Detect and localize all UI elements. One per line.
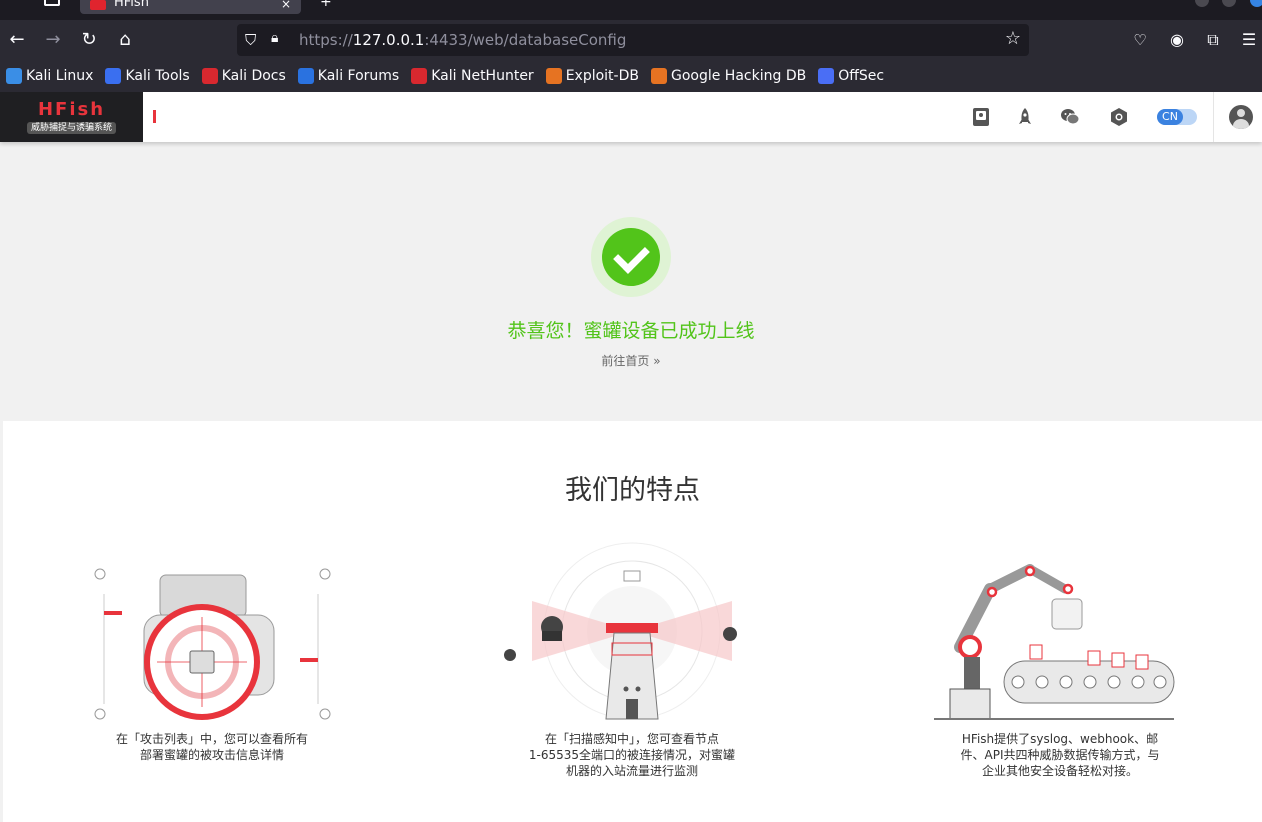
bookmark-item[interactable]: OffSec [818, 68, 884, 84]
feature-card-attack-list: 在「攻击列表」中，您可以查看所有 部署蜜罐的被攻击信息详情 [82, 539, 342, 799]
bookmark-favicon-icon [6, 68, 22, 84]
bookmark-item[interactable]: Kali Docs [201, 68, 286, 84]
tracking-shield-icon[interactable]: ⛉ [245, 31, 261, 49]
hfish-logo[interactable]: HFish 威胁捕捉与诱骗系统 [0, 92, 143, 142]
reload-icon[interactable]: ↻ [77, 28, 101, 52]
bookmark-favicon-icon [818, 68, 835, 84]
url-text[interactable]: https://127.0.0.1:4433/web/databaseConfi… [299, 31, 626, 49]
bookmark-item[interactable]: Exploit-DB [545, 68, 639, 84]
robot-arm-illustration [934, 564, 1175, 720]
url-bar[interactable]: ⛉ 🔒︎ https://127.0.0.1:4433/web/database… [237, 24, 1029, 56]
feature-desc-data-transfer: HFish提供了syslog、webhook、邮 件、API共四种威胁数据传输方… [960, 732, 1160, 778]
pocket-icon[interactable]: ♡ [1128, 28, 1152, 52]
account-icon[interactable]: ◉ [1165, 28, 1189, 52]
bookmark-label: OffSec [838, 68, 885, 84]
close-window-button[interactable] [1250, 0, 1262, 7]
bookmark-label: Kali Docs [221, 68, 286, 84]
go-home-link[interactable]: 前往首页 » [0, 353, 1262, 369]
tab-favicon-icon [90, 0, 106, 10]
bookmark-favicon-icon [201, 68, 218, 84]
watchtower-illustration [504, 542, 737, 720]
hexagon-icon[interactable] [1108, 106, 1130, 128]
bookmark-item[interactable]: Kali NetHunter [411, 68, 534, 84]
language-toggle[interactable]: CN [1157, 109, 1197, 125]
feature-card-data-transfer: HFish提供了syslog、webhook、邮 件、API共四种威胁数据传输方… [930, 539, 1190, 799]
maximize-button[interactable] [1222, 0, 1236, 7]
bookmark-favicon-icon [545, 68, 562, 84]
header-accent-bar [153, 110, 156, 123]
minimize-button[interactable] [1195, 0, 1209, 7]
back-arrow-icon[interactable]: ← [5, 28, 29, 52]
success-panel: 恭喜您！蜜罐设备已成功上线 前往首页 » [0, 217, 1262, 369]
tab-overview-icon[interactable] [44, 0, 60, 6]
app-header: HFish 威胁捕捉与诱骗系统 CN [0, 92, 1262, 142]
new-tab-button[interactable]: + [320, 0, 332, 10]
forward-arrow-icon[interactable]: → [41, 28, 65, 52]
bookmarks-toolbar: Kali Linux Kali Tools Kali Docs Kali Forums… [0, 60, 1262, 92]
features-title: 我们的特点 [565, 475, 700, 506]
page-content: HFish 威胁捕捉与诱骗系统 CN 恭喜您！蜜罐设备已成功上线 前往首页 » … [0, 92, 1262, 822]
camera-gauge-illustration [94, 568, 331, 720]
bookmark-item[interactable]: Kali Tools [105, 68, 190, 84]
manual-book-icon[interactable] [970, 106, 992, 128]
bookmark-favicon-icon [297, 68, 314, 84]
tab-close-icon[interactable]: × [281, 0, 291, 10]
logo-name: HFish [37, 99, 106, 120]
bookmark-label: Kali Forums [317, 68, 400, 84]
browser-tab[interactable]: HFish × [80, 0, 301, 14]
browser-navbar: ← → ↻ ⌂ ⛉ 🔒︎ https://127.0.0.1:4433/web/… [0, 20, 1262, 60]
header-divider [1213, 92, 1214, 142]
feature-desc-attack-list: 在「攻击列表」中，您可以查看所有 部署蜜罐的被攻击信息详情 [115, 732, 308, 762]
wechat-icon[interactable] [1059, 106, 1081, 128]
bookmark-favicon-icon [105, 68, 122, 84]
bookmark-star-icon[interactable]: ☆ [1005, 28, 1021, 49]
user-avatar[interactable] [1229, 105, 1253, 129]
feature-card-scan-awareness: 在「扫描感知中」，您可查看节点 1-65535全端口的被连接情况，对蜜罐 机器的… [502, 539, 762, 799]
home-icon[interactable]: ⌂ [113, 28, 137, 52]
browser-tab-strip: HFish × + [0, 0, 1262, 20]
logo-subtitle: 威胁捕捉与诱骗系统 [26, 122, 116, 134]
extensions-icon[interactable]: ⧉ [1201, 28, 1225, 52]
bookmark-item[interactable]: Kali Linux [6, 68, 93, 84]
bookmark-favicon-icon [411, 68, 428, 84]
bookmark-label: Exploit-DB [565, 68, 639, 84]
menu-icon[interactable]: ☰ [1237, 28, 1261, 52]
bookmark-label: Kali NetHunter [431, 68, 534, 84]
bookmark-favicon-icon [650, 68, 667, 84]
bookmark-item[interactable]: Kali Forums [297, 68, 400, 84]
success-check-icon [591, 217, 671, 297]
feature-desc-scan-awareness: 在「扫描感知中」，您可查看节点 1-65535全端口的被连接情况，对蜜罐 机器的… [528, 732, 736, 778]
rocket-icon[interactable] [1014, 106, 1036, 128]
success-message: 恭喜您！蜜罐设备已成功上线 [507, 320, 755, 342]
features-section: 我们的特点 在「攻击列表」中，您可以查看所有 部署蜜罐的被攻击信息详情 在「扫描… [3, 421, 1262, 822]
language-label: CN [1157, 109, 1183, 125]
bookmark-label: Kali Linux [26, 68, 94, 84]
bookmark-item[interactable]: Google Hacking DB [650, 68, 807, 84]
lock-icon[interactable]: 🔒︎ [271, 30, 287, 48]
bookmark-label: Kali Tools [125, 68, 190, 84]
tab-title: HFish [114, 0, 149, 10]
double-chevron-icon: » [653, 354, 661, 368]
bookmark-label: Google Hacking DB [670, 68, 807, 84]
